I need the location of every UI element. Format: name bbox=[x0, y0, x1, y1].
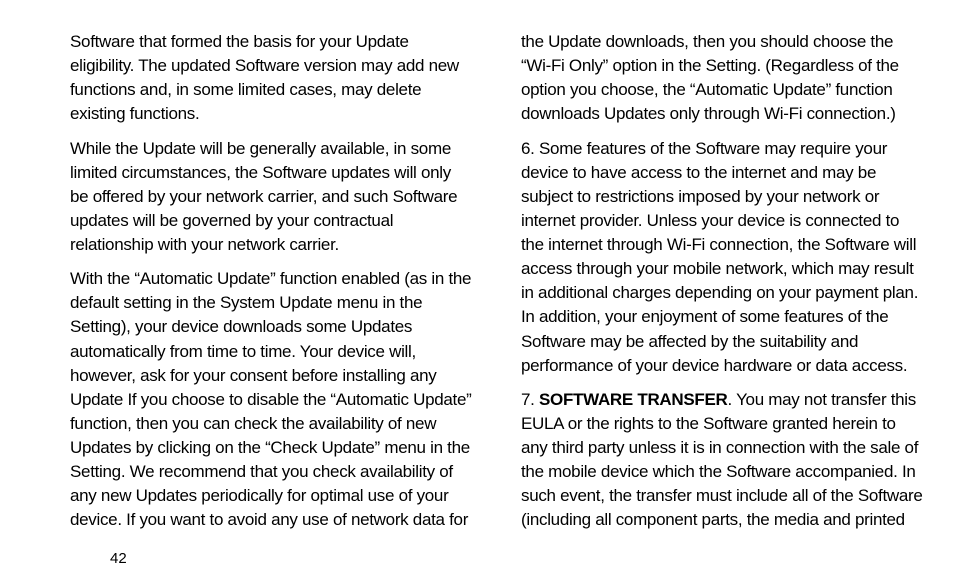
paragraph-right-2: 6. Some features of the Software may req… bbox=[521, 137, 924, 378]
paragraph-right-3: 7. SOFTWARE TRANSFER. You may not transf… bbox=[521, 388, 924, 533]
left-column: Software that formed the basis for your … bbox=[30, 30, 473, 567]
page-number: 42 bbox=[70, 542, 473, 567]
document-page: Software that formed the basis for your … bbox=[0, 0, 954, 587]
section-label-software-transfer: SOFTWARE TRANSFER bbox=[539, 390, 728, 409]
section-body: . You may not transfer this EULA or the … bbox=[521, 390, 923, 530]
section-number: 7. bbox=[521, 390, 539, 409]
paragraph-right-1: the Update downloads, then you should ch… bbox=[521, 30, 924, 127]
paragraph-left-2: While the Update will be generally avail… bbox=[70, 137, 473, 258]
paragraph-left-1: Software that formed the basis for your … bbox=[70, 30, 473, 127]
paragraph-left-3: With the “Automatic Update” function ena… bbox=[70, 267, 473, 532]
right-column: the Update downloads, then you should ch… bbox=[521, 30, 924, 567]
